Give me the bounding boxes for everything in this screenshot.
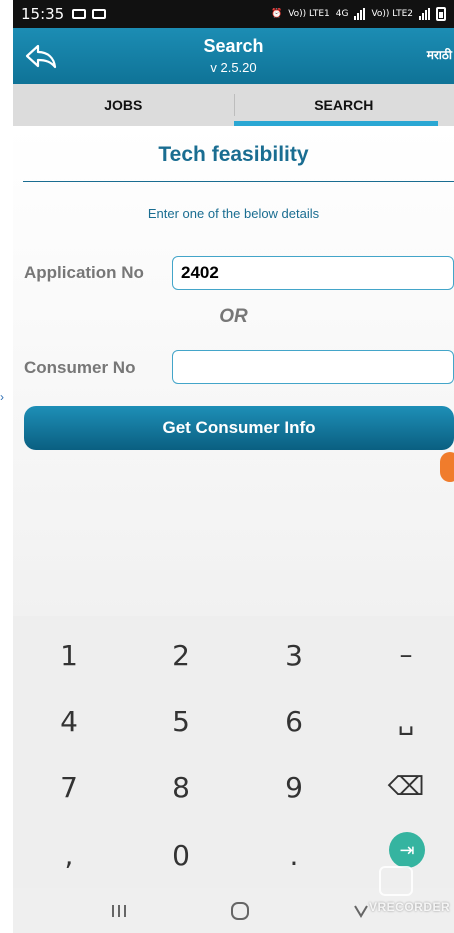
home-icon[interactable] <box>220 898 260 924</box>
consumer-no-label: Consumer No <box>24 358 136 377</box>
app-version: v 2.5.20 <box>210 60 257 75</box>
network-label-1: Vo)) LTE1 <box>288 9 330 19</box>
key-0[interactable]: 0 <box>126 822 236 888</box>
video-recording-icon <box>72 9 87 19</box>
signal-icon-2 <box>419 8 430 20</box>
recent-apps-icon[interactable] <box>99 898 139 924</box>
instruction-text: Enter one of the below details <box>147 206 320 221</box>
recorder-logo-icon <box>379 866 413 896</box>
recorder-watermark: VRECORDER <box>369 866 454 928</box>
floating-badge-icon[interactable] <box>440 452 454 482</box>
key-9[interactable]: 9 <box>239 754 349 820</box>
battery-icon <box>436 7 446 21</box>
backspace-key-icon[interactable]: ⌫ <box>351 754 454 820</box>
space-key-icon[interactable]: ␣ <box>351 688 454 754</box>
key-6[interactable]: 6 <box>239 688 349 754</box>
tab-bar: JOBS SEARCH <box>13 84 454 126</box>
alarm-icon: ⏰ <box>270 9 283 19</box>
app-screen: 15:35 ⏰ Vo)) LTE1 4G Vo)) LTE2 Search v … <box>13 0 454 933</box>
search-form: Tech feasibility Enter one of the below … <box>13 126 454 616</box>
key-minus[interactable]: – <box>351 622 454 688</box>
app-header: Search v 2.5.20 मराठी <box>13 28 454 84</box>
header-title: Search <box>203 36 264 56</box>
page-title: Tech feasibility <box>158 143 309 166</box>
key-period[interactable]: . <box>239 822 349 888</box>
key-7[interactable]: 7 <box>14 754 124 820</box>
tab-jobs[interactable]: JOBS <box>13 84 234 126</box>
numeric-keypad: 1 2 3 – 4 5 6 ␣ 7 8 9 ⌫ , 0 . ⇥ <box>13 616 454 888</box>
or-separator: OR <box>219 306 248 327</box>
network-label-3: Vo)) LTE2 <box>371 9 413 19</box>
application-no-input[interactable] <box>172 256 454 290</box>
edge-arrow-icon: › <box>0 390 4 404</box>
key-8[interactable]: 8 <box>126 754 236 820</box>
application-no-label: Application No <box>24 263 144 282</box>
key-3[interactable]: 3 <box>239 622 349 688</box>
key-1[interactable]: 1 <box>14 622 124 688</box>
language-toggle[interactable]: मराठी <box>427 46 452 63</box>
title-divider <box>23 181 454 182</box>
key-comma[interactable]: , <box>14 822 124 888</box>
watermark-text: VRECORDER <box>369 900 451 914</box>
consumer-no-input[interactable] <box>172 350 454 384</box>
key-4[interactable]: 4 <box>14 688 124 754</box>
image-notification-icon <box>92 9 107 19</box>
network-label-2: 4G <box>335 9 349 19</box>
tab-search[interactable]: SEARCH <box>233 84 454 126</box>
key-5[interactable]: 5 <box>126 688 236 754</box>
get-consumer-info-button[interactable]: Get Consumer Info <box>24 406 454 450</box>
signal-icon <box>354 8 366 20</box>
status-time: 15:35 <box>21 5 65 23</box>
key-2[interactable]: 2 <box>126 622 236 688</box>
status-bar: 15:35 ⏰ Vo)) LTE1 4G Vo)) LTE2 <box>13 0 454 28</box>
next-key-icon[interactable]: ⇥ <box>389 832 425 868</box>
